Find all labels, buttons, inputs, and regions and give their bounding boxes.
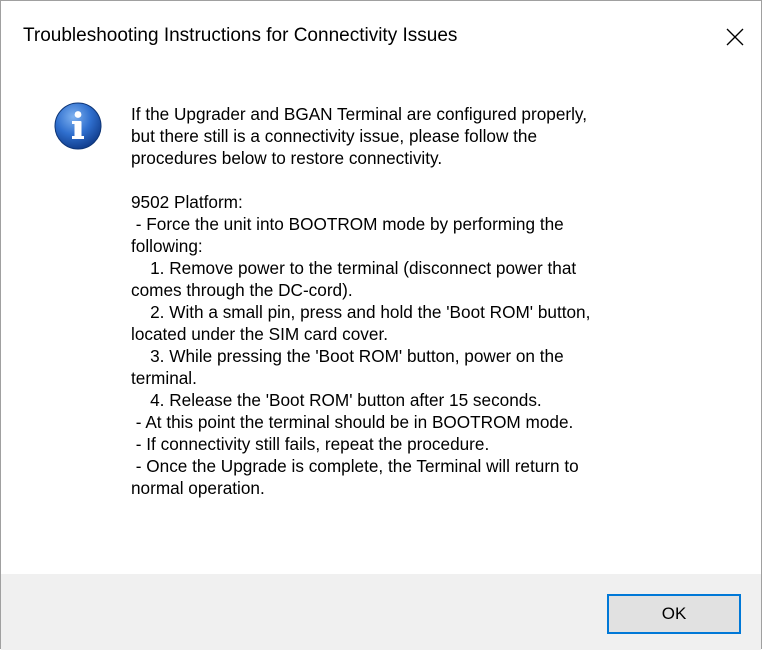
ok-button[interactable]: OK (607, 594, 741, 634)
title-bar: Troubleshooting Instructions for Connect… (1, 1, 761, 67)
dialog-body: If the Upgrader and BGAN Terminal are co… (1, 67, 761, 574)
close-icon (726, 28, 744, 46)
info-icon (54, 102, 102, 150)
button-bar: OK (1, 574, 761, 650)
ok-button-label: OK (661, 604, 687, 623)
window-title: Troubleshooting Instructions for Connect… (23, 25, 458, 46)
close-button[interactable] (709, 15, 761, 59)
dialog-window: Troubleshooting Instructions for Connect… (0, 0, 762, 650)
dialog-message: If the Upgrader and BGAN Terminal are co… (131, 104, 591, 498)
